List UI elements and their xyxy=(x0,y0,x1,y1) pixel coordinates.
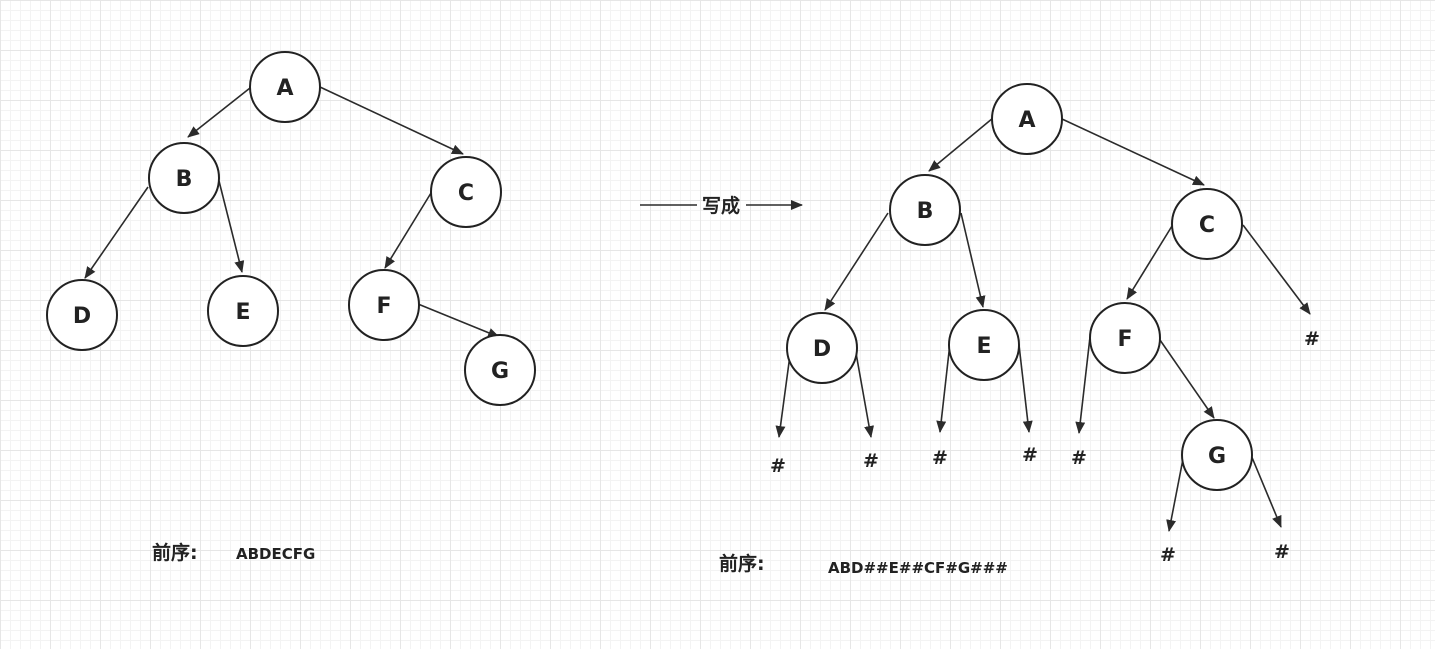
node-label: F xyxy=(1117,327,1132,352)
right-preorder-label: 前序: xyxy=(719,552,765,575)
edge-A-B xyxy=(187,87,251,138)
left-tree: A B C D E F G 前序: ABDECFG xyxy=(46,51,536,564)
node-label: G xyxy=(1208,444,1226,469)
null-marker: # xyxy=(932,447,948,469)
null-marker: # xyxy=(1071,447,1087,469)
transform-arrow: 写成 xyxy=(640,194,803,217)
edge-E-null-right xyxy=(1018,344,1033,433)
node-label: D xyxy=(813,337,831,362)
tree-node: C xyxy=(430,156,502,228)
node-label: D xyxy=(73,304,91,329)
null-marker: # xyxy=(1274,541,1290,563)
edge-B-D xyxy=(84,186,149,279)
node-label: B xyxy=(176,167,193,192)
edge-D-null-right xyxy=(855,352,874,438)
node-label: B xyxy=(917,199,934,224)
null-marker: # xyxy=(1160,544,1176,566)
tree-node: F xyxy=(1089,302,1161,374)
transform-arrow-label: 写成 xyxy=(702,194,740,217)
edge-B-E xyxy=(218,180,245,273)
tree-node: B xyxy=(148,142,220,214)
edge-B-D xyxy=(824,212,889,311)
tree-node: D xyxy=(786,312,858,384)
tree-node: E xyxy=(207,275,279,347)
edge-G-null-left xyxy=(1166,458,1184,532)
tree-node: C xyxy=(1171,188,1243,260)
right-preorder-sequence: ABD##E##CF#G### xyxy=(828,559,1008,577)
tree-node: E xyxy=(948,309,1020,381)
edge-F-G xyxy=(1159,339,1215,419)
node-label: A xyxy=(1018,108,1035,133)
edge-F-G xyxy=(417,303,500,338)
edge-A-C xyxy=(319,86,464,155)
node-label: E xyxy=(976,334,991,359)
edge-A-C xyxy=(1061,118,1205,186)
null-marker: # xyxy=(863,450,879,472)
edge-F-null-left xyxy=(1075,336,1091,434)
left-preorder-sequence: ABDECFG xyxy=(236,545,315,563)
null-marker: # xyxy=(770,455,786,477)
tree-node: G xyxy=(464,334,536,406)
edge-B-E xyxy=(960,212,986,308)
null-marker: # xyxy=(1022,444,1038,466)
edge-G-null-right xyxy=(1250,454,1282,528)
right-tree-nodes: A B C D E F G xyxy=(786,83,1253,491)
edge-D-null-left xyxy=(775,354,791,438)
edge-C-null xyxy=(1242,224,1311,315)
tree-node: F xyxy=(348,269,420,341)
edge-C-F xyxy=(1126,225,1173,300)
node-label: F xyxy=(376,294,391,319)
edge-A-B xyxy=(928,117,994,172)
node-label: G xyxy=(491,359,509,384)
tree-node: G xyxy=(1181,419,1253,491)
null-marker: # xyxy=(1304,328,1320,350)
node-label: C xyxy=(1199,213,1215,238)
tree-node: A xyxy=(249,51,321,123)
node-label: A xyxy=(276,76,293,101)
edge-E-null-left xyxy=(936,342,951,433)
right-tree: A B C D E F G # # # # # # # # 前序: ABD##E… xyxy=(719,83,1320,577)
tree-node: D xyxy=(46,279,118,351)
node-label: E xyxy=(235,300,250,325)
node-label: C xyxy=(458,181,474,206)
tree-node: A xyxy=(991,83,1063,155)
tree-diagram-canvas: A B C D E F G 前序: ABDECFG 写成 A B C D E F… xyxy=(46,51,1320,577)
tree-node: B xyxy=(889,174,961,246)
left-preorder-label: 前序: xyxy=(152,541,198,564)
edge-C-F xyxy=(384,192,432,269)
